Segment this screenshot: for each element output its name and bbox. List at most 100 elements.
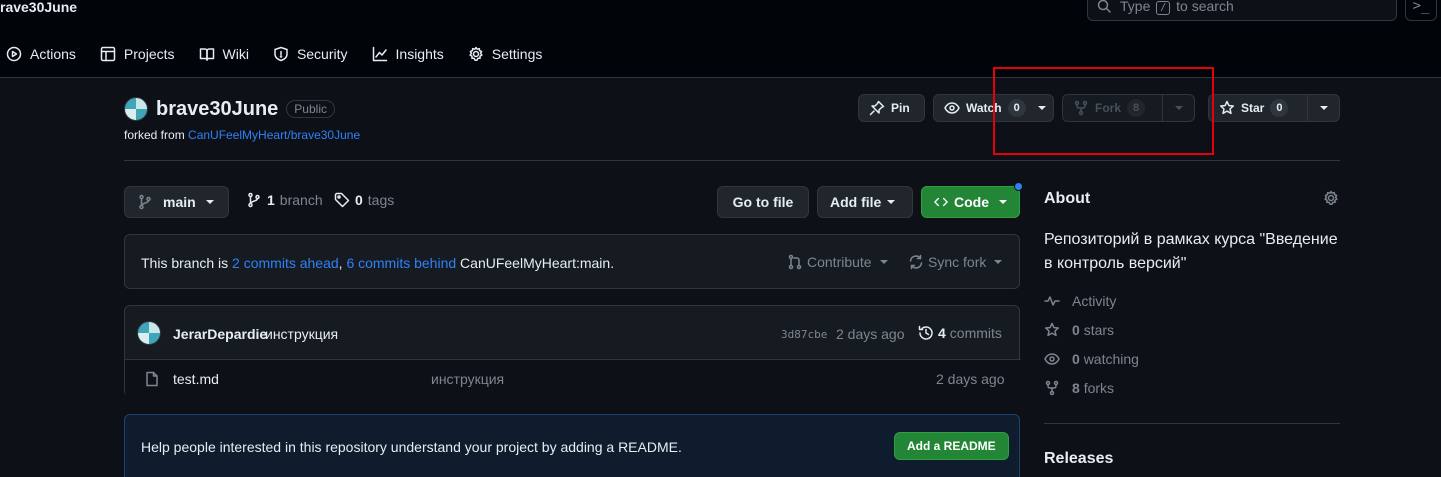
go-to-file-button[interactable]: Go to file: [717, 186, 809, 218]
tab-projects[interactable]: Projects: [94, 42, 183, 66]
commit-author[interactable]: JerarDepardie: [173, 326, 267, 342]
add-file-label: Add file: [830, 194, 882, 210]
tab-label: Actions: [30, 46, 76, 62]
branch-status-text: This branch is 2 commits ahead, 6 commit…: [141, 255, 614, 271]
eye-icon: [1044, 353, 1060, 365]
commit-history-link[interactable]: 4 commits: [918, 325, 1002, 341]
sync-fork-label: Sync fork: [928, 254, 987, 270]
chevron-down-icon: [887, 200, 896, 204]
latest-commit-row: JerarDepardie инструкция 3d87cbe 2 days …: [125, 306, 1021, 360]
branch-icon: [248, 192, 260, 208]
star-label: Star: [1241, 101, 1265, 115]
branch-name: main: [163, 194, 196, 210]
command-palette-button[interactable]: >_: [1405, 0, 1437, 21]
search-input[interactable]: Type / to search: [1087, 0, 1397, 21]
watching-count: 0: [1072, 351, 1080, 367]
top-bar: rave30June Type / to search >_ Actions P…: [0, 0, 1441, 78]
commits-ahead-link[interactable]: 2 commits ahead: [232, 255, 339, 271]
sync-icon: [909, 254, 923, 270]
tags-link[interactable]: 0 tags: [334, 192, 394, 208]
notification-dot: [1014, 182, 1023, 191]
releases-heading[interactable]: Releases: [1044, 450, 1113, 468]
upstream-branch: CanUFeelMyHeart:main.: [460, 255, 615, 271]
tab-actions[interactable]: Actions: [0, 42, 84, 66]
stars-count: 0: [1072, 322, 1080, 338]
activity-label: Activity: [1072, 293, 1117, 309]
tab-label: Insights: [395, 46, 444, 62]
search-prefix: Type: [1120, 0, 1151, 14]
branch-icon: [139, 194, 151, 210]
file-icon: [146, 371, 158, 387]
commit-count: 4: [938, 325, 946, 341]
commit-sha[interactable]: 3d87cbe: [781, 328, 827, 341]
commit-time: 2 days ago: [836, 326, 905, 342]
gear-icon: [469, 46, 483, 61]
stars-label: stars: [1083, 322, 1115, 338]
fork-icon: [1045, 380, 1059, 396]
table-icon: [100, 46, 116, 62]
file-commit-message[interactable]: инструкция: [431, 371, 504, 387]
chevron-down-icon: [205, 200, 214, 204]
file-time: 2 days ago: [936, 371, 1005, 387]
add-file-button[interactable]: Add file: [817, 186, 913, 218]
repo-breadcrumb[interactable]: rave30June: [0, 0, 77, 15]
sidebar-divider: [1044, 423, 1340, 424]
star-button[interactable]: Star 0: [1208, 94, 1340, 122]
about-heading: About: [1044, 190, 1091, 207]
star-icon: [1219, 100, 1235, 115]
pin-label: Pin: [891, 101, 910, 115]
stars-link[interactable]: 0 stars: [1044, 322, 1114, 338]
watching-label: watching: [1083, 351, 1139, 367]
tag-label: tags: [367, 192, 395, 208]
activity-link[interactable]: Activity: [1044, 293, 1116, 309]
tab-insights[interactable]: Insights: [366, 42, 452, 66]
status-prefix: This branch is: [141, 255, 229, 271]
contribute-button[interactable]: Contribute: [787, 254, 888, 270]
commit-label: commits: [949, 325, 1002, 341]
pin-button[interactable]: Pin: [858, 94, 925, 122]
commits-behind-link[interactable]: 6 commits behind: [346, 255, 456, 271]
tab-label: Wiki: [222, 46, 249, 62]
chevron-down-icon: [994, 260, 1003, 264]
tab-label: Projects: [123, 46, 175, 62]
commit-message[interactable]: инструкция: [265, 326, 338, 342]
eye-icon: [944, 102, 960, 114]
forked-prefix: forked from: [124, 128, 185, 142]
add-readme-button[interactable]: Add a README: [894, 432, 1009, 460]
play-icon: [6, 46, 22, 62]
branch-label: branch: [279, 192, 323, 208]
tab-settings[interactable]: Settings: [462, 42, 551, 66]
forked-from: forked from CanUFeelMyHeart/brave30June: [124, 128, 360, 142]
file-name[interactable]: test.md: [173, 371, 219, 387]
gear-icon[interactable]: [1323, 190, 1339, 206]
book-icon: [199, 48, 214, 61]
chevron-down-icon: [1319, 106, 1328, 110]
graph-icon: [372, 46, 387, 62]
add-readme-label: Add a README: [907, 439, 996, 453]
shield-icon: [274, 46, 288, 62]
file-list-panel: JerarDepardie инструкция 3d87cbe 2 days …: [124, 305, 1021, 398]
branches-link[interactable]: 1 branch: [246, 192, 323, 208]
repo-nav-tabs: Actions Projects Wiki Security Insights …: [0, 42, 560, 66]
tab-wiki[interactable]: Wiki: [193, 42, 257, 66]
file-row: test.md инструкция 2 days ago: [125, 360, 1021, 398]
branch-selector[interactable]: main: [124, 186, 229, 218]
author-avatar[interactable]: [137, 321, 161, 345]
readme-prompt-panel: Help people interested in this repositor…: [124, 414, 1020, 477]
forked-source-link[interactable]: CanUFeelMyHeart/brave30June: [188, 128, 360, 142]
code-label: Code: [954, 194, 989, 210]
tab-security[interactable]: Security: [267, 42, 356, 66]
code-button[interactable]: Code: [921, 186, 1020, 218]
forks-link[interactable]: 8 forks: [1044, 380, 1114, 396]
owner-avatar[interactable]: [124, 97, 148, 121]
header-divider: [124, 160, 1340, 161]
repo-header: brave30June Public: [124, 97, 335, 121]
star-dropdown[interactable]: [1307, 95, 1339, 121]
watching-link[interactable]: 0 watching: [1044, 351, 1139, 367]
star-count: 0: [1270, 99, 1289, 117]
tab-label: Settings: [491, 46, 543, 62]
repo-name[interactable]: brave30June: [156, 98, 278, 121]
go-to-file-label: Go to file: [732, 194, 794, 210]
tab-label: Security: [296, 46, 348, 62]
sync-fork-button[interactable]: Sync fork: [908, 254, 1003, 270]
